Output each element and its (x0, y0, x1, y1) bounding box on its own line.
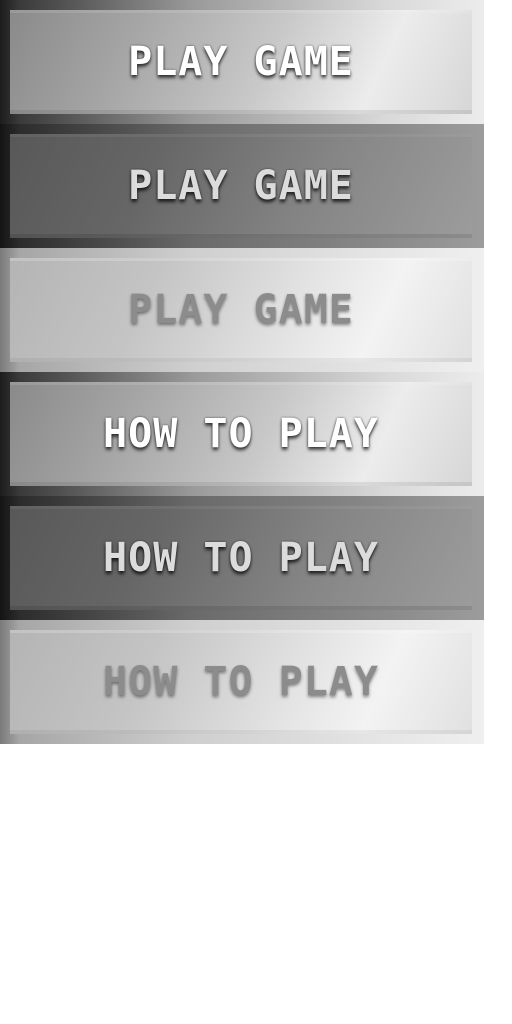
how-to-play-button-pressed[interactable]: HOW TO PLAY (0, 620, 484, 744)
button-face: PLAY GAME (10, 10, 472, 114)
play-game-label: PLAY GAME (128, 39, 354, 85)
button-sprite-sheet: PLAY GAME PLAY GAME PLAY GAME HOW TO PLA… (0, 0, 484, 744)
how-to-play-button-hover[interactable]: HOW TO PLAY (0, 496, 484, 620)
play-game-label: PLAY GAME (128, 287, 354, 333)
button-face: PLAY GAME (10, 134, 472, 238)
play-game-button-pressed[interactable]: PLAY GAME (0, 248, 484, 372)
button-face: PLAY GAME (10, 258, 472, 362)
button-face: HOW TO PLAY (10, 382, 472, 486)
play-game-button-normal[interactable]: PLAY GAME (0, 0, 484, 124)
button-face: HOW TO PLAY (10, 506, 472, 610)
button-face: HOW TO PLAY (10, 630, 472, 734)
how-to-play-label: HOW TO PLAY (103, 411, 379, 457)
play-game-button-hover[interactable]: PLAY GAME (0, 124, 484, 248)
how-to-play-label: HOW TO PLAY (103, 659, 379, 705)
how-to-play-button-normal[interactable]: HOW TO PLAY (0, 372, 484, 496)
how-to-play-label: HOW TO PLAY (103, 535, 379, 581)
play-game-label: PLAY GAME (128, 163, 354, 209)
